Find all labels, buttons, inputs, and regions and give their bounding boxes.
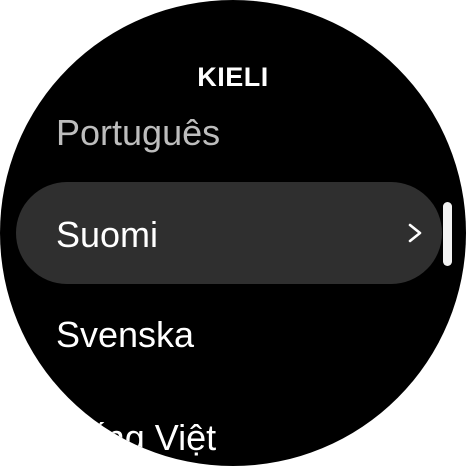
chevron-right-icon [408,223,422,243]
language-item-portugues[interactable]: Português [56,112,220,154]
language-item-svenska[interactable]: Svenska [56,314,194,356]
language-label: Suomi [56,214,159,255]
language-item-suomi-selected[interactable]: Suomi [16,182,442,284]
scrollbar[interactable] [443,202,452,266]
page-title: KIELI [197,62,269,92]
language-item-tieng-viet[interactable]: Tiếng Việt [56,417,216,459]
watch-screen: KIELI Português Suomi Svenska Tiếng Việt [0,0,466,466]
